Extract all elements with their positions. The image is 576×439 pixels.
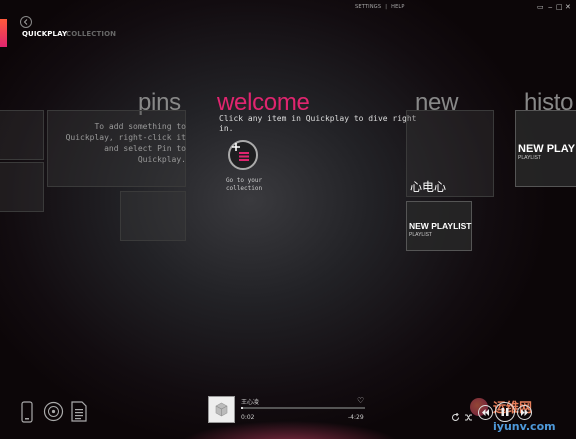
go-to-collection-caption[interactable]: Go to your collection xyxy=(222,177,266,193)
previous-button[interactable] xyxy=(478,405,493,420)
now-playing-list-button[interactable] xyxy=(71,401,87,426)
tab-collection[interactable]: COLLECTION xyxy=(66,30,116,38)
album-art-placeholder-icon xyxy=(215,402,228,417)
watermark-url: iyunv.com xyxy=(493,420,556,433)
zune-app-window: QUICKPLAY COLLECTION SETTINGS | HELP ▭ ‒ □… xyxy=(0,0,576,439)
close-button[interactable]: ✕ xyxy=(565,3,571,11)
pin-tile[interactable] xyxy=(0,110,44,160)
progress-fill xyxy=(241,407,243,409)
disc-icon xyxy=(43,401,64,422)
heart-icon[interactable]: ♡ xyxy=(357,396,364,405)
history-playlist-title: NEW PLAY xyxy=(518,143,576,155)
maximize-button[interactable]: □ xyxy=(556,3,563,11)
next-button[interactable] xyxy=(517,405,532,420)
pin-tile[interactable] xyxy=(120,191,186,241)
shuffle-icon xyxy=(465,414,472,421)
phone-icon xyxy=(21,401,33,423)
disc-button[interactable] xyxy=(43,401,64,426)
pause-icon xyxy=(501,408,509,416)
add-collection-icon xyxy=(232,143,249,161)
pin-tile[interactable] xyxy=(0,162,44,212)
playlist-doc-icon xyxy=(71,401,87,422)
playlist-title: NEW PLAYLIST xyxy=(409,221,472,231)
tab-quickplay[interactable]: QUICKPLAY xyxy=(22,30,67,38)
elapsed-time: 0:02 xyxy=(241,414,255,421)
repeat-button[interactable] xyxy=(451,407,460,426)
progress-track[interactable] xyxy=(241,407,365,409)
top-links: SETTINGS | HELP xyxy=(355,4,405,10)
top-links-separator: | xyxy=(385,4,388,10)
album-art-thumbnail[interactable] xyxy=(208,396,235,423)
remaining-time: -4:29 xyxy=(348,414,364,421)
now-playing-title: 王心凌 xyxy=(241,399,260,406)
album-title: 心电心 xyxy=(410,180,447,194)
welcome-text: Click any item in Quickplay to dive righ… xyxy=(219,114,417,133)
repeat-icon xyxy=(452,412,459,421)
settings-link[interactable]: SETTINGS xyxy=(355,4,381,10)
accent-bar xyxy=(0,19,7,47)
go-to-collection-button[interactable] xyxy=(228,140,258,170)
playlist-subtitle: PLAYLIST xyxy=(409,232,432,238)
minimize-button[interactable]: ‒ xyxy=(548,3,552,11)
help-link[interactable]: HELP xyxy=(391,4,405,10)
back-arrow-icon xyxy=(23,19,28,25)
next-icon xyxy=(521,409,528,416)
previous-icon xyxy=(482,409,489,416)
pause-button[interactable] xyxy=(495,402,515,422)
mini-mode-button[interactable]: ▭ xyxy=(537,3,544,11)
back-button[interactable] xyxy=(20,16,32,28)
welcome-heading: welcome xyxy=(217,89,310,116)
pins-hint-text: To add something to Quickplay, right-cli… xyxy=(65,122,186,164)
history-playlist-subtitle: PLAYLIST xyxy=(518,155,541,161)
device-button[interactable] xyxy=(21,401,33,427)
